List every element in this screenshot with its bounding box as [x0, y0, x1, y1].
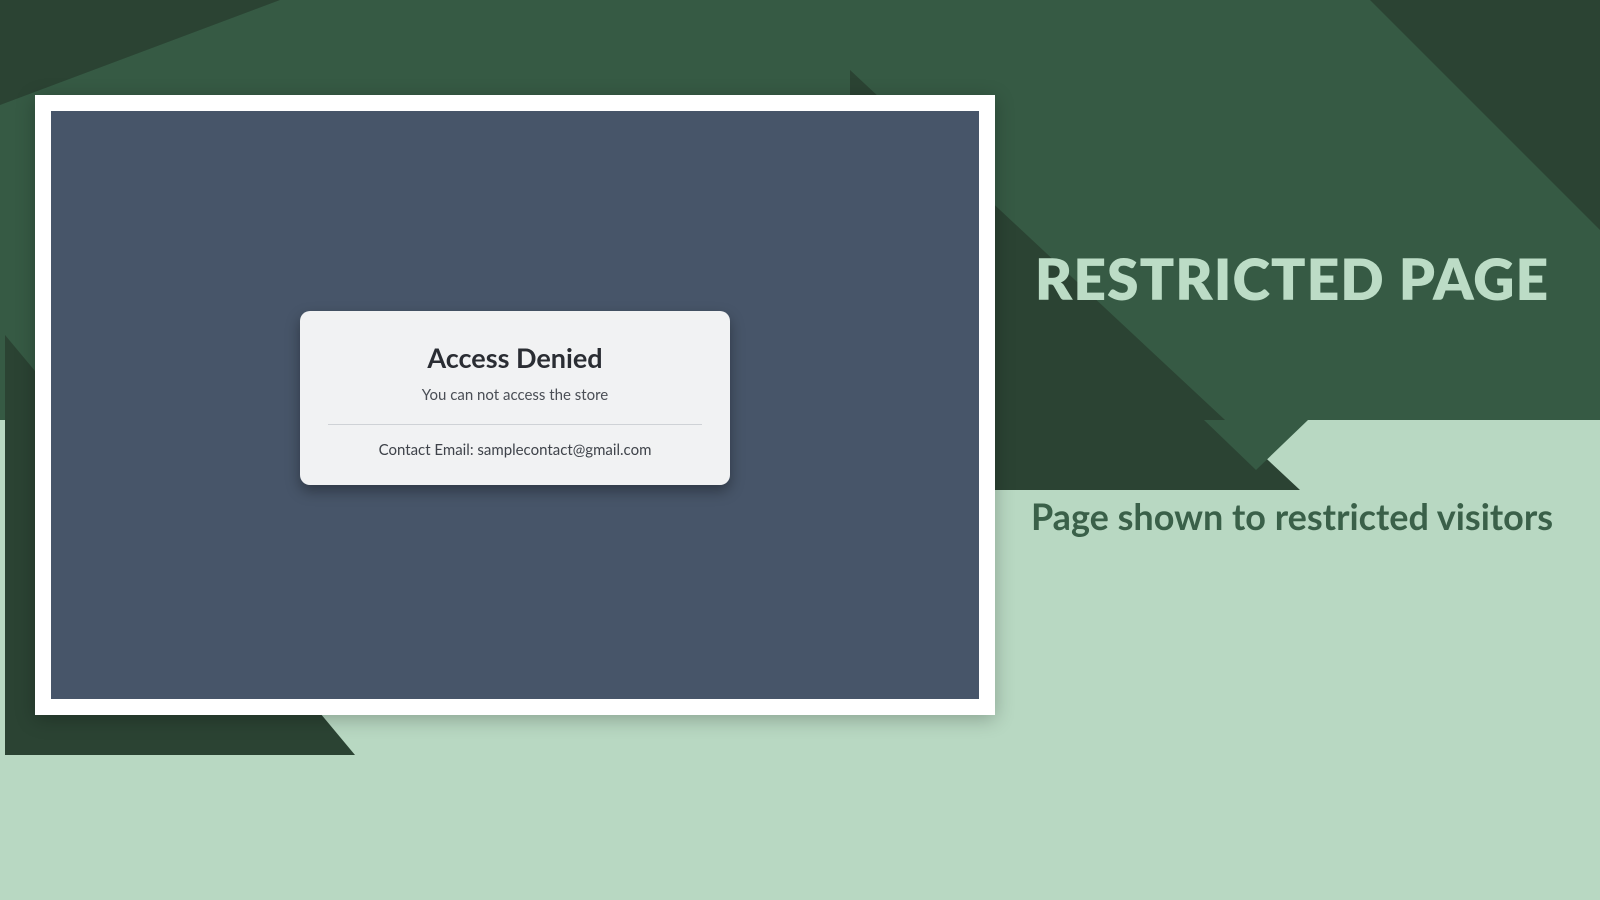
access-denied-card: Access Denied You can not access the sto…: [300, 311, 730, 485]
decorative-triangle-top-right: [1370, 0, 1600, 230]
contact-email-text: Contact Email: samplecontact@gmail.com: [328, 441, 702, 459]
divider: [328, 424, 702, 425]
arrow-down-icon: [1204, 420, 1308, 470]
slide-heading: RESTRICTED PAGE: [1012, 250, 1572, 308]
slide-subtitle: Page shown to restricted visitors: [1012, 495, 1572, 537]
access-denied-title: Access Denied: [328, 341, 702, 374]
decorative-triangle-upper-left: [0, 0, 280, 105]
access-denied-message: You can not access the store: [328, 386, 702, 404]
restricted-page-screenshot: Access Denied You can not access the sto…: [51, 111, 979, 699]
screenshot-frame: Access Denied You can not access the sto…: [35, 95, 995, 715]
